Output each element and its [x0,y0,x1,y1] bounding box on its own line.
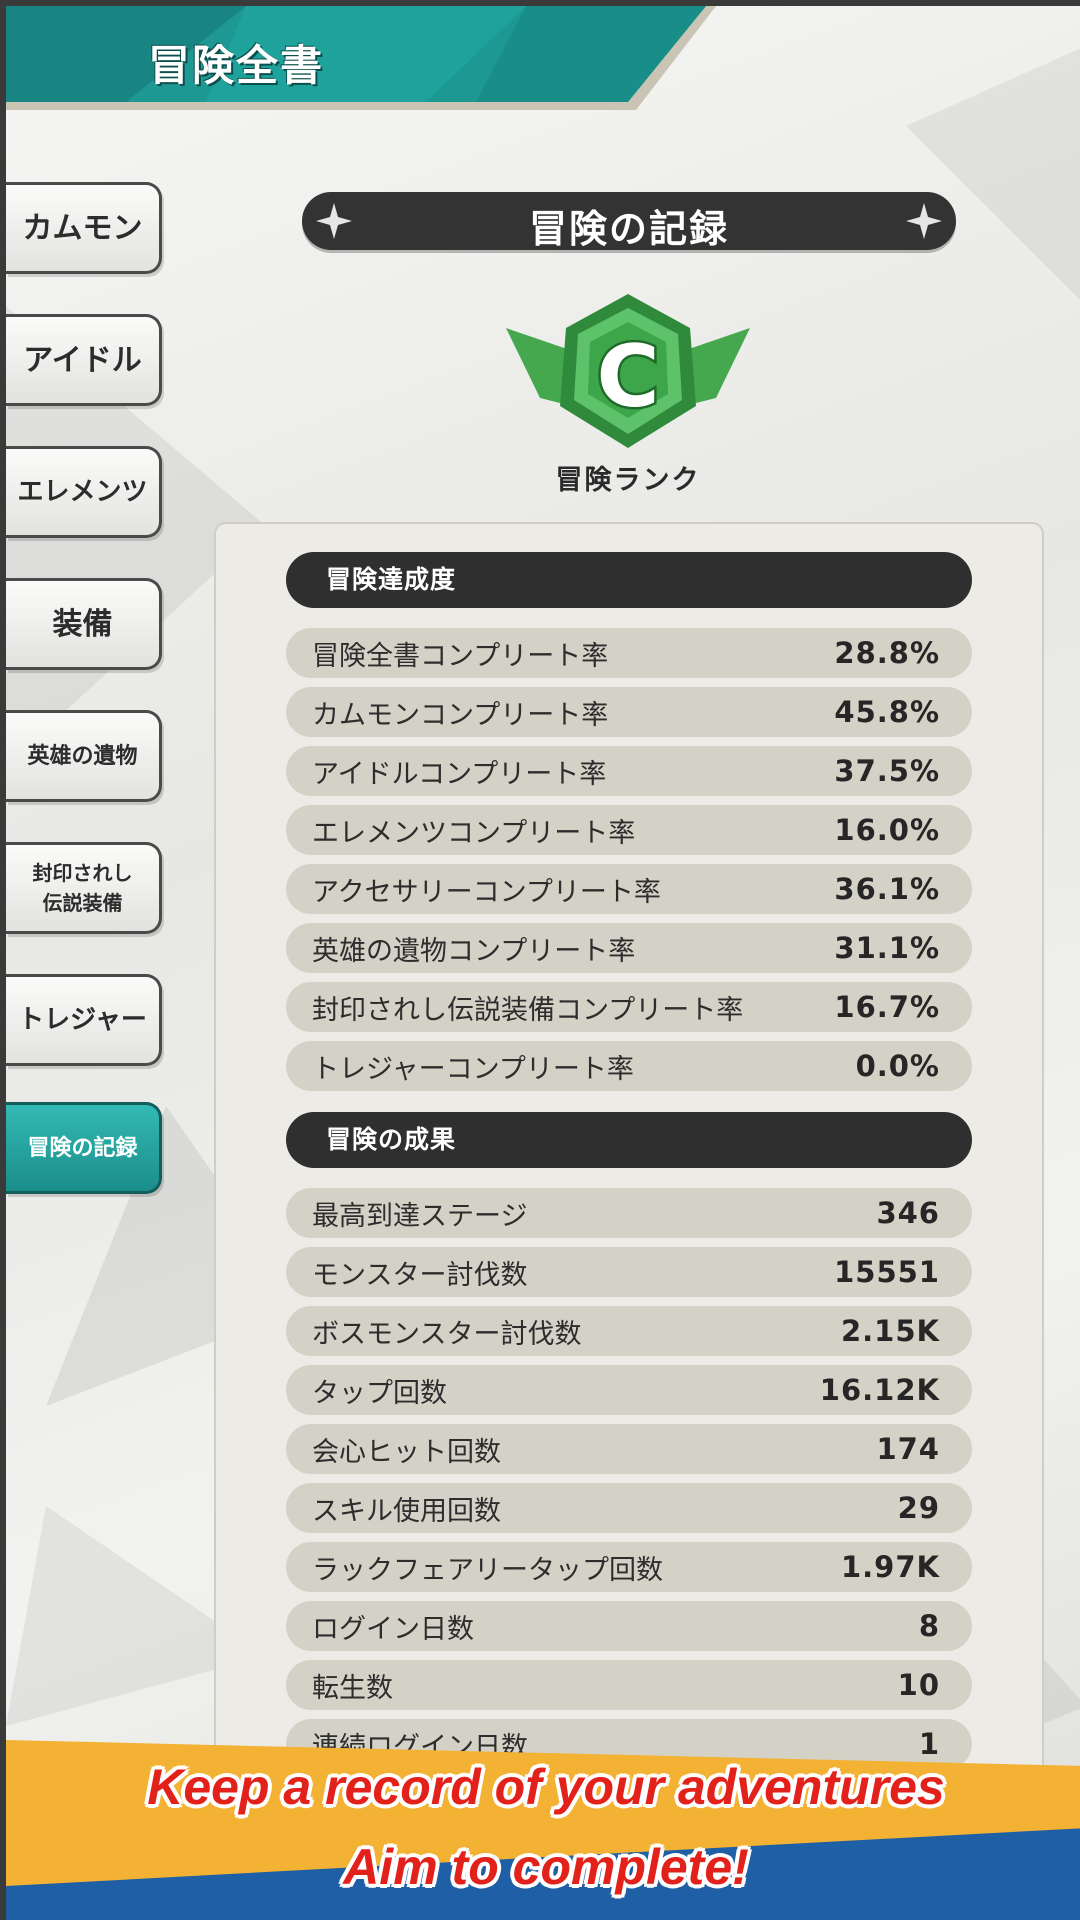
stat-label: ログイン日数 [312,1613,474,1645]
stat-row: 英雄の遺物コンプリート率 31.1% [286,923,972,973]
stat-label: エレメンツコンプリート率 [312,817,636,849]
stat-row: 冒険全書コンプリート率 28.8% [286,628,972,678]
stat-value: 1.97K [840,1550,940,1584]
stat-row: 最高到達ステージ 346 [286,1188,972,1238]
stat-row: 封印されし伝説装備コンプリート率 16.7% [286,982,972,1032]
tab-label: エレメンツ [17,476,148,507]
tab-equipment[interactable]: 装備 [6,578,162,670]
stat-value: 174 [876,1432,940,1466]
header: 冒険全書 [6,6,726,118]
stat-value: 16.12K [819,1373,940,1407]
group-header-results: 冒険の成果 [286,1112,972,1168]
stat-row: タップ回数 16.12K [286,1365,972,1415]
stat-label: ラックフェアリータップ回数 [312,1554,663,1586]
stat-value: 16.7% [834,990,940,1024]
stat-row: アクセサリーコンプリート率 36.1% [286,864,972,914]
stat-label: 冒険全書コンプリート率 [312,640,609,672]
section-title: 冒険の記録 [528,207,729,251]
tab-label-line2: 伝説装備 [42,891,123,915]
stat-label: カムモンコンプリート率 [312,699,609,731]
stat-label: 転生数 [312,1672,393,1704]
stat-row: ログイン日数 8 [286,1601,972,1651]
stat-label: ボスモンスター討伐数 [312,1318,582,1350]
promo-banner: Keep a record of your adventures Aim to … [6,1736,1080,1920]
group-header-achievement: 冒険達成度 [286,552,972,608]
stat-value: 36.1% [834,872,940,906]
stat-row: 転生数 10 [286,1660,972,1710]
tab-kammon[interactable]: カムモン [6,182,162,274]
tab-label: 封印されし 伝説装備 [33,858,133,918]
stat-label: スキル使用回数 [312,1495,501,1527]
stat-row: アイドルコンプリート率 37.5% [286,746,972,796]
stat-value: 31.1% [834,931,940,965]
tab-label: 装備 [52,606,113,642]
stat-value: 29 [897,1491,940,1525]
tab-sealed-legend-equipment[interactable]: 封印されし 伝説装備 [6,842,162,934]
stat-row: スキル使用回数 29 [286,1483,972,1533]
stat-label: アクセサリーコンプリート率 [312,876,661,908]
stat-value: 37.5% [834,754,940,788]
stat-value: 45.8% [834,695,940,729]
sparkle-icon [906,203,942,239]
stat-row: エレメンツコンプリート率 16.0% [286,805,972,855]
stat-value: 8 [918,1609,940,1643]
stat-label: トレジャーコンプリート率 [312,1053,634,1085]
stat-label: 封印されし伝説装備コンプリート率 [312,994,744,1026]
stat-row: カムモンコンプリート率 45.8% [286,687,972,737]
stat-row: ボスモンスター討伐数 2.15K [286,1306,972,1356]
tab-label: アイドル [23,342,142,378]
tab-adventure-record[interactable]: 冒険の記録 [6,1102,162,1194]
tab-label: カムモン [22,210,143,246]
section-title-bar: 冒険の記録 [302,192,956,251]
banner-line-1: Keep a record of your adventures [147,1759,945,1815]
stat-value: 15551 [834,1255,940,1289]
tab-label: 冒険の記録 [27,1135,138,1161]
stat-row: ラックフェアリータップ回数 1.97K [286,1542,972,1592]
stat-label: 最高到達ステージ [312,1200,528,1232]
page-title: 冒険全書 [148,41,325,90]
stat-label: タップ回数 [312,1377,447,1409]
tab-label-line1: 封印されし [32,861,133,885]
tab-label: トレジャー [18,1004,147,1035]
stat-value: 28.8% [834,636,940,670]
header-background [6,6,716,110]
tab-label: 英雄の遺物 [27,743,138,769]
app-frame: 冒険全書 カムモン アイドル エレメンツ 装備 英雄の遺物 封印されし 伝説装備… [0,0,1080,1920]
stat-value: 0.0% [855,1049,940,1083]
banner-line-2: Aim to complete! [343,1839,749,1895]
rank-badge-icon: C [506,294,750,448]
stat-value: 16.0% [834,813,940,847]
rank-label: 冒険ランク [555,465,701,496]
tab-idol[interactable]: アイドル [6,314,162,406]
tab-elements[interactable]: エレメンツ [6,446,162,538]
stat-label: モンスター討伐数 [312,1259,528,1291]
tab-hero-relics[interactable]: 英雄の遺物 [6,710,162,802]
stat-value: 2.15K [840,1314,940,1348]
stat-row: 会心ヒット回数 174 [286,1424,972,1474]
stat-label: 英雄の遺物コンプリート率 [312,935,636,967]
stat-row: モンスター討伐数 15551 [286,1247,972,1297]
stat-label: アイドルコンプリート率 [312,758,607,790]
tab-treasure[interactable]: トレジャー [6,974,162,1066]
stat-value: 10 [897,1668,940,1702]
stat-row: トレジャーコンプリート率 0.0% [286,1041,972,1091]
stat-value: 346 [876,1196,940,1230]
stat-label: 会心ヒット回数 [312,1436,501,1468]
rank-letter: C [596,327,659,427]
